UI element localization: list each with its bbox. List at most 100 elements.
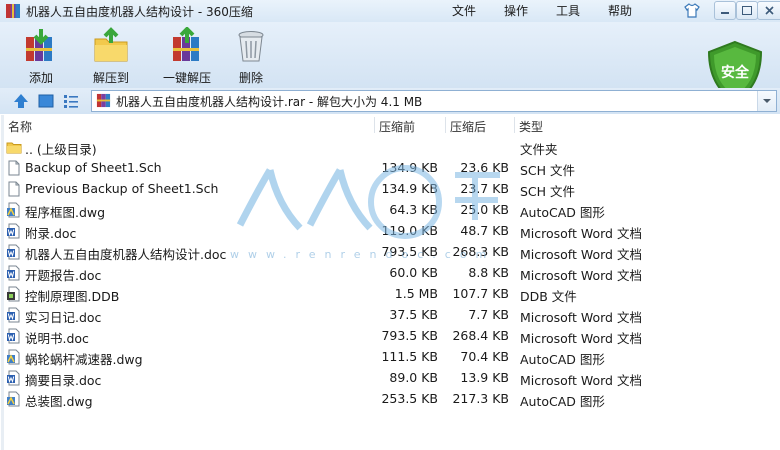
file-type: Microsoft Word 文档 <box>520 226 642 241</box>
file-uncompressed-size: 268.3 KB <box>452 244 509 259</box>
list-view-icon[interactable] <box>62 92 80 110</box>
minimize-button[interactable] <box>714 1 736 20</box>
file-name: 附录.doc <box>25 226 77 241</box>
security-badge-label: 安全 <box>721 65 749 81</box>
menu-tools[interactable]: 工具 <box>556 2 580 19</box>
column-divider[interactable] <box>374 117 375 133</box>
file-compressed-size: 60.0 KB <box>389 265 438 280</box>
menu-file[interactable]: 文件 <box>452 2 476 19</box>
dwg-file-icon <box>7 349 20 365</box>
word-file-icon <box>7 265 20 281</box>
file-type: Microsoft Word 文档 <box>520 373 642 388</box>
file-uncompressed-size: 23.7 KB <box>460 181 509 196</box>
table-row[interactable]: 蜗轮蜗杆减速器.dwg 111.5 KB 70.4 KB AutoCAD 图形 <box>0 347 780 368</box>
column-divider[interactable] <box>514 117 515 133</box>
blank-file-icon <box>8 160 20 176</box>
table-row[interactable]: 实习日记.doc 37.5 KB 7.7 KB Microsoft Word 文档 <box>0 305 780 326</box>
file-uncompressed-size: 13.9 KB <box>460 370 509 385</box>
dwg-file-icon <box>7 391 20 407</box>
file-uncompressed-size: 23.6 KB <box>460 160 509 175</box>
file-type: Microsoft Word 文档 <box>520 310 642 325</box>
ddb-file-icon <box>7 286 20 302</box>
file-uncompressed-size: 25.0 KB <box>460 202 509 217</box>
file-compressed-size: 89.0 KB <box>389 370 438 385</box>
column-header-compressed[interactable]: 压缩前 <box>379 118 415 135</box>
up-arrow-icon[interactable] <box>12 92 30 110</box>
address-bar[interactable]: 机器人五自由度机器人结构设计.rar - 解包大小为 4.1 MB <box>91 90 777 112</box>
app-360zip-icon <box>6 4 20 18</box>
file-type: 文件夹 <box>520 142 558 157</box>
file-type: DDB 文件 <box>520 289 577 304</box>
archive-path: 机器人五自由度机器人结构设计.rar - 解包大小为 4.1 MB <box>116 95 423 109</box>
table-row[interactable]: Previous Backup of Sheet1.Sch 134.9 KB 23.… <box>0 179 780 200</box>
dwg-file-icon <box>7 202 20 218</box>
file-name: 开题报告.doc <box>25 268 102 283</box>
file-name: 蜗轮蜗杆减速器.dwg <box>25 352 143 367</box>
blank-file-icon <box>8 181 20 197</box>
delete-button-label: 删除 <box>238 71 263 85</box>
close-button[interactable] <box>757 1 780 20</box>
one-click-extract-button-label: 一键解压 <box>162 71 211 85</box>
table-row[interactable]: 机器人五自由度机器人结构设计.doc 793.5 KB 268.3 KB Micros… <box>0 242 780 263</box>
file-type: AutoCAD 图形 <box>520 352 605 367</box>
add-button[interactable]: 添加 <box>6 24 76 86</box>
word-file-icon <box>7 223 20 239</box>
word-file-icon <box>7 244 20 260</box>
extract-folder-icon <box>94 27 128 62</box>
address-dropdown-button[interactable] <box>757 91 776 111</box>
thumbnail-view-icon[interactable] <box>37 92 55 110</box>
file-uncompressed-size: 7.7 KB <box>468 307 509 322</box>
toolbar: 添加 解压到 一键解压 删除 安全 <box>0 22 780 104</box>
extract-to-button-label: 解压到 <box>92 71 129 85</box>
file-type: SCH 文件 <box>520 184 576 199</box>
file-compressed-size: 793.5 KB <box>381 244 438 259</box>
menu-operate[interactable]: 操作 <box>504 2 528 19</box>
file-name: Backup of Sheet1.Sch <box>25 160 162 175</box>
column-header-uncompressed[interactable]: 压缩后 <box>450 118 486 135</box>
one-click-extract-button[interactable]: 一键解压 <box>148 24 226 86</box>
delete-button[interactable]: 删除 <box>216 24 286 86</box>
file-name: 控制原理图.DDB <box>25 289 120 304</box>
file-compressed-size: 119.0 KB <box>381 223 438 238</box>
left-edge-scroll <box>1 115 4 450</box>
file-compressed-size: 793.5 KB <box>381 328 438 343</box>
table-row[interactable]: 说明书.doc 793.5 KB 268.4 KB Microsoft Word 文档 <box>0 326 780 347</box>
list-header: 名称 压缩前 压缩后 类型 <box>0 115 780 135</box>
add-button-label: 添加 <box>28 71 53 85</box>
table-row[interactable]: 程序框图.dwg 64.3 KB 25.0 KB AutoCAD 图形 <box>0 200 780 221</box>
maximize-button[interactable] <box>736 1 758 20</box>
menu-help[interactable]: 帮助 <box>608 2 632 19</box>
address-row: 机器人五自由度机器人结构设计.rar - 解包大小为 4.1 MB <box>0 88 780 114</box>
table-row[interactable]: Backup of Sheet1.Sch 134.9 KB 23.6 KB SCH 文… <box>0 158 780 179</box>
word-file-icon <box>7 328 20 344</box>
file-name: 实习日记.doc <box>25 310 102 325</box>
table-row[interactable]: 附录.doc 119.0 KB 48.7 KB Microsoft Word 文档 <box>0 221 780 242</box>
skin-shirt-icon[interactable] <box>684 3 700 18</box>
table-row[interactable]: 总装图.dwg 253.5 KB 217.3 KB AutoCAD 图形 <box>0 389 780 410</box>
file-uncompressed-size: 107.7 KB <box>452 286 509 301</box>
file-uncompressed-size: 268.4 KB <box>452 328 509 343</box>
word-file-icon <box>7 370 20 386</box>
table-row[interactable]: 摘要目录.doc 89.0 KB 13.9 KB Microsoft Word 文档 <box>0 368 780 389</box>
table-row[interactable]: .. (上级目录) 文件夹 <box>0 137 780 158</box>
extract-to-button[interactable]: 解压到 <box>76 24 146 86</box>
close-icon <box>765 6 774 15</box>
file-compressed-size: 134.9 KB <box>381 160 438 175</box>
rar-archive-icon <box>96 93 111 108</box>
file-name: Previous Backup of Sheet1.Sch <box>25 181 219 196</box>
window-title: 机器人五自由度机器人结构设计 - 360压缩 <box>26 5 253 19</box>
file-compressed-size: 64.3 KB <box>389 202 438 217</box>
table-row[interactable]: 控制原理图.DDB 1.5 MB 107.7 KB DDB 文件 <box>0 284 780 305</box>
column-divider[interactable] <box>445 117 446 133</box>
file-type: AutoCAD 图形 <box>520 394 605 409</box>
one-click-extract-icon <box>173 27 199 61</box>
title-bar: 机器人五自由度机器人结构设计 - 360压缩 文件 操作 工具 帮助 <box>0 0 780 22</box>
column-header-name[interactable]: 名称 <box>8 118 32 135</box>
file-compressed-size: 253.5 KB <box>381 391 438 406</box>
column-header-type[interactable]: 类型 <box>519 118 543 135</box>
file-list: 名称 压缩前 压缩后 类型 .. (上级目录) 文件夹 Backup of Shee… <box>0 115 780 450</box>
file-compressed-size: 1.5 MB <box>394 286 438 301</box>
file-uncompressed-size: 48.7 KB <box>460 223 509 238</box>
table-row[interactable]: 开题报告.doc 60.0 KB 8.8 KB Microsoft Word 文档 <box>0 263 780 284</box>
file-type: Microsoft Word 文档 <box>520 331 642 346</box>
